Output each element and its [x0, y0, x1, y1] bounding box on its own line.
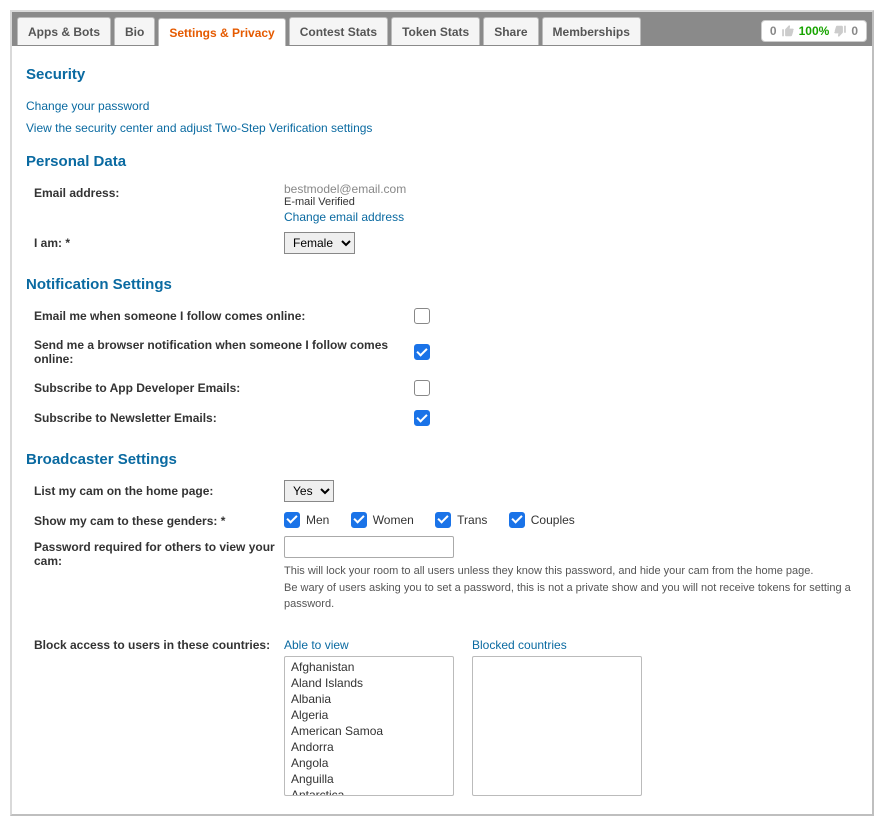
- security-center-link[interactable]: View the security center and adjust Two-…: [26, 121, 372, 135]
- able-to-view-listbox[interactable]: Afghanistan Aland Islands Albania Algeri…: [284, 656, 454, 796]
- iam-label: I am: *: [34, 232, 284, 254]
- broadcaster-heading: Broadcaster Settings: [26, 451, 852, 468]
- list-cam-label: List my cam on the home page:: [34, 480, 284, 502]
- gender-trans-label: Trans: [457, 513, 487, 527]
- notification-heading: Notification Settings: [26, 276, 852, 293]
- thumb-down-icon[interactable]: [833, 24, 847, 38]
- tab-share[interactable]: Share: [483, 17, 538, 45]
- able-to-view-head: Able to view: [284, 638, 454, 652]
- block-countries-label: Block access to users in these countries…: [34, 634, 284, 796]
- tab-settings-privacy[interactable]: Settings & Privacy: [158, 18, 285, 46]
- tab-memberships[interactable]: Memberships: [542, 17, 641, 45]
- security-heading: Security: [26, 66, 852, 83]
- notif-browser-follow-checkbox[interactable]: [414, 344, 430, 360]
- cam-password-label: Password required for others to view you…: [34, 536, 284, 612]
- blocked-countries-listbox[interactable]: [472, 656, 642, 796]
- notif-newsletter-checkbox[interactable]: [414, 410, 430, 426]
- cam-password-help2: Be wary of users asking you to set a pas…: [284, 581, 852, 612]
- gender-couples-checkbox[interactable]: [509, 512, 525, 528]
- country-item[interactable]: Anguilla: [285, 771, 453, 787]
- country-item[interactable]: Antarctica: [285, 787, 453, 796]
- list-cam-select[interactable]: Yes: [284, 480, 334, 502]
- iam-select[interactable]: Female: [284, 232, 355, 254]
- gender-men-checkbox[interactable]: [284, 512, 300, 528]
- tab-bio[interactable]: Bio: [114, 17, 155, 45]
- rating-percent: 100%: [799, 24, 830, 38]
- cam-password-help1: This will lock your room to all users un…: [284, 564, 852, 579]
- notif-email-follow-label: Email me when someone I follow comes onl…: [34, 309, 414, 323]
- cam-password-input[interactable]: [284, 536, 454, 558]
- thumb-up-icon[interactable]: [781, 24, 795, 38]
- country-item[interactable]: Algeria: [285, 707, 453, 723]
- rating-box: 0 100% 0: [761, 20, 867, 42]
- personal-data-heading: Personal Data: [26, 153, 852, 170]
- tab-contest-stats[interactable]: Contest Stats: [289, 17, 388, 45]
- country-item[interactable]: Aland Islands: [285, 675, 453, 691]
- change-email-link[interactable]: Change email address: [284, 210, 404, 224]
- email-label: Email address:: [34, 182, 284, 224]
- gender-men-label: Men: [306, 513, 329, 527]
- notif-email-follow-checkbox[interactable]: [414, 308, 430, 324]
- country-item[interactable]: Albania: [285, 691, 453, 707]
- notif-browser-follow-label: Send me a browser notification when some…: [34, 338, 414, 366]
- gender-women-checkbox[interactable]: [351, 512, 367, 528]
- notif-dev-emails-checkbox[interactable]: [414, 380, 430, 396]
- email-value: bestmodel@email.com: [284, 182, 852, 196]
- email-status: E-mail Verified: [284, 196, 852, 208]
- settings-content: Security Change your password View the s…: [12, 46, 872, 804]
- country-item[interactable]: Angola: [285, 755, 453, 771]
- rating-up-count: 0: [770, 24, 777, 38]
- gender-trans-checkbox[interactable]: [435, 512, 451, 528]
- tab-bar: Apps & Bots Bio Settings & Privacy Conte…: [12, 12, 872, 46]
- rating-down-count: 0: [851, 24, 858, 38]
- tab-token-stats[interactable]: Token Stats: [391, 17, 480, 45]
- country-item[interactable]: Andorra: [285, 739, 453, 755]
- notif-newsletter-label: Subscribe to Newsletter Emails:: [34, 411, 414, 425]
- country-item[interactable]: Afghanistan: [285, 659, 453, 675]
- change-password-link[interactable]: Change your password: [26, 99, 149, 113]
- country-item[interactable]: American Samoa: [285, 723, 453, 739]
- settings-frame: Apps & Bots Bio Settings & Privacy Conte…: [10, 10, 874, 816]
- show-genders-label: Show my cam to these genders: *: [34, 510, 284, 528]
- gender-couples-label: Couples: [531, 513, 575, 527]
- tab-apps-bots[interactable]: Apps & Bots: [17, 17, 111, 45]
- gender-women-label: Women: [373, 513, 414, 527]
- notif-dev-emails-label: Subscribe to App Developer Emails:: [34, 381, 414, 395]
- blocked-countries-head: Blocked countries: [472, 638, 642, 652]
